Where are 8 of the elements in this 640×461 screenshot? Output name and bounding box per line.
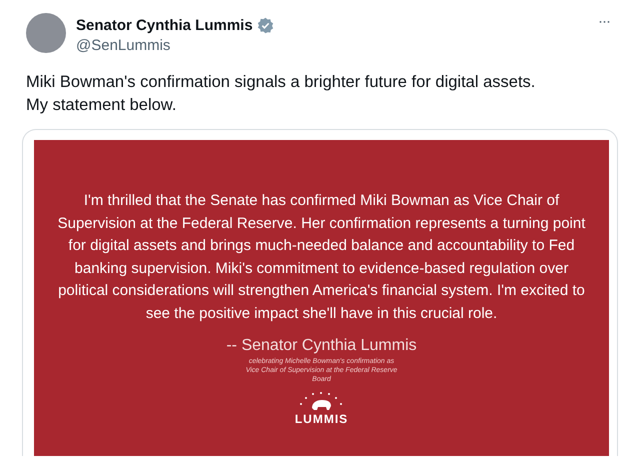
more-menu-icon[interactable]: ··· [598, 13, 610, 30]
author-handle[interactable]: @SenLummis [76, 37, 588, 54]
logo-text: LUMMIS [294, 412, 348, 426]
avatar[interactable] [26, 13, 66, 53]
signature-text: -- Senator Cynthia Lummis [226, 337, 417, 355]
tweet-text: Miki Bowman's confirmation signals a brighter future for digital assets. My statement below. [26, 72, 536, 116]
quote-text: I'm thrilled that the Senate has confirmed Miki Bowman as Vice Chair of Supervision at the Federal Reserve. Her confirmation represents a turning point for digital assets and brings much-needed balance and accountability to Fed banking supervision. Miki's commitment to evidence-based regulation over political considerations will strengthen America's financial system. I'm excited to see the positive impact she'll have in this crucial role. [56, 191, 586, 324]
author-name[interactable]: Senator Cynthia Lummis [76, 17, 253, 34]
